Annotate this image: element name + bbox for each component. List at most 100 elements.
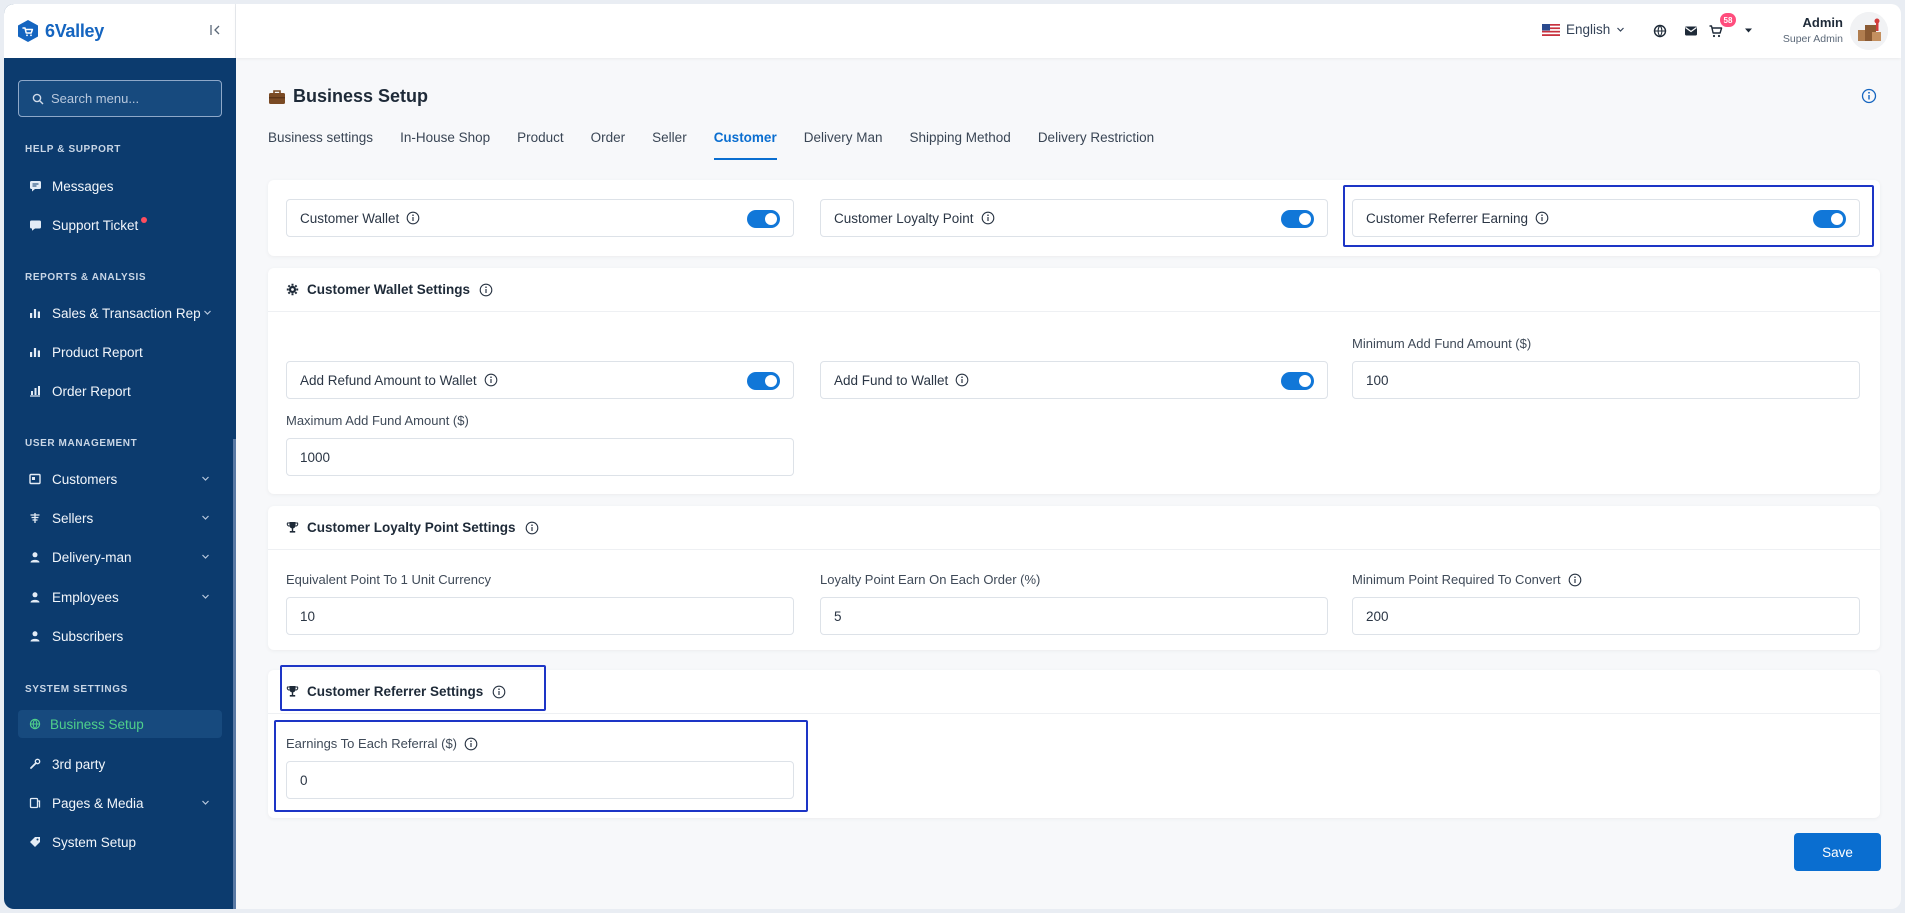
sidebar-item-pages-media[interactable]: Pages & Media xyxy=(18,788,222,818)
info-icon[interactable] xyxy=(484,373,498,387)
add-refund-switch[interactable] xyxy=(747,372,780,390)
max-add-fund-input[interactable] xyxy=(286,438,794,476)
sidebar-item-sales-report[interactable]: Sales & Transaction Rep xyxy=(18,298,222,328)
info-icon[interactable] xyxy=(1535,211,1549,225)
switch-knob xyxy=(765,375,777,387)
report-chart-icon xyxy=(28,384,42,398)
tab-business-settings[interactable]: Business settings xyxy=(268,124,373,160)
info-icon[interactable] xyxy=(464,737,478,751)
collapse-sidebar-icon[interactable] xyxy=(207,22,223,38)
earnings-referral-input[interactable] xyxy=(286,761,794,799)
trophy-icon xyxy=(286,522,299,533)
add-refund-label: Add Refund Amount to Wallet xyxy=(300,372,477,388)
tab-in-house-shop[interactable]: In-House Shop xyxy=(400,124,490,160)
trophy-icon xyxy=(286,686,299,697)
sidebar-search[interactable] xyxy=(18,80,222,117)
sidebar-item-sellers[interactable]: Sellers xyxy=(18,503,222,533)
search-input[interactable] xyxy=(51,91,211,106)
page-title: Business Setup xyxy=(268,86,428,107)
section-users: USER MANAGEMENT xyxy=(25,438,138,449)
earn-each-order-label: Loyalty Point Earn On Each Order (%) xyxy=(820,572,1041,587)
customer-wallet-toggle-box: Customer Wallet xyxy=(286,199,794,237)
info-icon[interactable] xyxy=(955,373,969,387)
sidebar-item-subscribers[interactable]: Subscribers xyxy=(18,621,222,651)
referrer-settings-header: Customer Referrer Settings xyxy=(268,670,1880,714)
admin-name[interactable]: Admin xyxy=(1733,15,1843,30)
sidebar-item-delivery-man[interactable]: Delivery-man xyxy=(18,542,222,572)
tab-product[interactable]: Product xyxy=(517,124,564,160)
max-add-fund-label: Maximum Add Fund Amount ($) xyxy=(286,413,469,428)
globe-icon[interactable] xyxy=(1652,23,1668,39)
info-icon[interactable] xyxy=(1861,88,1877,104)
tab-shipping-method[interactable]: Shipping Method xyxy=(909,124,1010,160)
sidebar-item-order-report[interactable]: Order Report xyxy=(18,376,222,406)
sidebar-item-label: Messages xyxy=(52,178,114,194)
tab-delivery-man[interactable]: Delivery Man xyxy=(804,124,883,160)
min-add-fund-input[interactable] xyxy=(1352,361,1860,399)
sidebar-item-label: Subscribers xyxy=(52,628,124,644)
sellers-icon xyxy=(28,511,42,525)
sidebar-item-label: Delivery-man xyxy=(52,549,132,565)
switch-knob xyxy=(765,213,777,225)
sidebar-item-support-ticket[interactable]: Support Ticket xyxy=(18,210,222,240)
tab-order[interactable]: Order xyxy=(591,124,626,160)
tag-icon xyxy=(28,835,42,849)
logo-icon xyxy=(18,20,38,42)
info-icon[interactable] xyxy=(406,211,420,225)
sidebar-item-employees[interactable]: Employees xyxy=(18,582,222,612)
avatar[interactable] xyxy=(1850,12,1888,50)
chevron-down-icon xyxy=(202,515,209,520)
add-fund-label: Add Fund to Wallet xyxy=(834,372,949,388)
info-icon[interactable] xyxy=(981,211,995,225)
info-icon[interactable] xyxy=(525,521,539,535)
customer-wallet-switch[interactable] xyxy=(747,210,780,228)
page-title-text: Business Setup xyxy=(293,86,429,106)
sidebar-item-product-report[interactable]: Product Report xyxy=(18,337,222,367)
sidebar-item-label: Pages & Media xyxy=(52,795,144,811)
search-icon xyxy=(32,93,44,104)
save-button[interactable]: Save xyxy=(1794,833,1881,871)
person-icon xyxy=(28,590,42,604)
min-point-input[interactable] xyxy=(1352,597,1860,635)
tab-seller[interactable]: Seller xyxy=(652,124,687,160)
sidebar-item-label: Product Report xyxy=(52,344,143,360)
tab-delivery-restriction[interactable]: Delivery Restriction xyxy=(1038,124,1154,160)
chevron-down-icon xyxy=(1617,27,1625,32)
earnings-referral-label-wrap: Earnings To Each Referral ($) xyxy=(286,736,478,751)
loyalty-settings-title: Customer Loyalty Point Settings xyxy=(307,520,516,535)
info-icon[interactable] xyxy=(492,685,506,699)
sidebar-item-3rd-party[interactable]: 3rd party xyxy=(18,749,222,779)
sidebar-scrollbar[interactable] xyxy=(233,439,236,909)
switch-knob xyxy=(1299,213,1311,225)
earn-each-order-input[interactable] xyxy=(820,597,1328,635)
chevron-down-icon xyxy=(204,310,211,315)
referrer-earning-switch[interactable] xyxy=(1813,210,1846,228)
referrer-earning-label: Customer Referrer Earning xyxy=(1366,210,1529,226)
add-fund-switch[interactable] xyxy=(1281,372,1314,390)
earnings-referral-label: Earnings To Each Referral ($) xyxy=(286,736,458,751)
chevron-down-icon xyxy=(202,800,209,805)
language-selector[interactable]: English xyxy=(1542,22,1625,37)
sidebar-item-system-setup[interactable]: System Setup xyxy=(18,827,222,857)
tab-customer[interactable]: Customer xyxy=(713,124,777,160)
equivalent-point-input[interactable] xyxy=(286,597,794,635)
pages-icon xyxy=(28,796,42,810)
mail-icon[interactable] xyxy=(1683,23,1699,39)
loyalty-settings-header: Customer Loyalty Point Settings xyxy=(268,506,1880,550)
referrer-earning-toggle-box: Customer Referrer Earning xyxy=(1352,199,1860,237)
messages-icon xyxy=(28,179,42,193)
section-reports: REPORTS & ANALYSIS xyxy=(25,272,147,283)
add-refund-toggle-box: Add Refund Amount to Wallet xyxy=(286,361,794,399)
add-fund-toggle-box: Add Fund to Wallet xyxy=(820,361,1328,399)
referrer-settings-card: Customer Referrer Settings Earnings To E… xyxy=(268,670,1880,818)
sidebar-item-label: Sellers xyxy=(52,510,94,526)
info-icon[interactable] xyxy=(1568,573,1582,587)
loyalty-point-switch[interactable] xyxy=(1281,210,1314,228)
wallet-settings-title: Customer Wallet Settings xyxy=(307,282,471,297)
bar-chart-icon xyxy=(28,345,42,359)
sidebar-item-messages[interactable]: Messages xyxy=(18,171,222,201)
sidebar-item-customers[interactable]: Customers xyxy=(18,464,222,494)
globe-icon xyxy=(28,717,42,731)
info-icon[interactable] xyxy=(479,283,493,297)
sidebar-item-business-setup[interactable]: Business Setup xyxy=(18,710,222,738)
